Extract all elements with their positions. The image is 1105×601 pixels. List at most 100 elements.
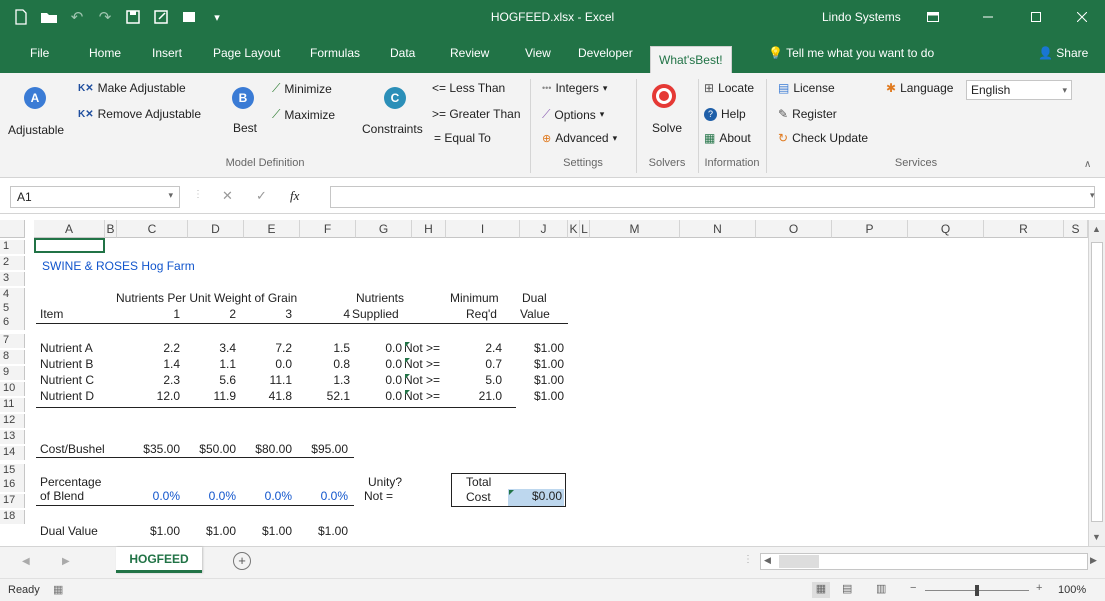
column-header[interactable]: K bbox=[568, 220, 580, 238]
next-sheet-icon[interactable]: ▶ bbox=[62, 556, 70, 567]
nutrient-value[interactable]: 11.1 bbox=[252, 374, 292, 387]
tab-home[interactable]: Home bbox=[81, 34, 129, 73]
row-header[interactable]: 9 bbox=[0, 366, 25, 380]
nutrient-value[interactable]: 2.3 bbox=[140, 374, 180, 387]
close-window-icon[interactable] bbox=[1059, 0, 1105, 34]
total-label[interactable]: Total bbox=[466, 476, 491, 489]
nutrient-value[interactable]: 11.9 bbox=[196, 390, 236, 403]
scroll-thumb[interactable] bbox=[1091, 242, 1103, 522]
dual-value[interactable]: $1.00 bbox=[518, 390, 564, 403]
row-header[interactable]: 11 bbox=[0, 398, 25, 412]
column-header[interactable]: B bbox=[105, 220, 117, 238]
scroll-down-icon[interactable]: ▼ bbox=[1092, 532, 1101, 542]
ribbon-display-options-icon[interactable] bbox=[910, 0, 956, 34]
less-than-button[interactable]: <= Less Than bbox=[432, 81, 505, 95]
zoom-level[interactable]: 100% bbox=[1058, 584, 1086, 596]
grain-4-header[interactable]: 4 bbox=[300, 308, 350, 321]
nutrient-value[interactable]: 7.2 bbox=[252, 342, 292, 355]
equal-to-button[interactable]: = Equal To bbox=[434, 131, 491, 145]
blend-cell[interactable]: 0.0% bbox=[298, 490, 348, 503]
supplied-value[interactable]: 0.0 bbox=[360, 358, 402, 371]
dual-value-label[interactable]: Dual Value bbox=[40, 525, 98, 538]
license-button[interactable]: ▤ License bbox=[778, 81, 835, 95]
column-header[interactable]: A bbox=[34, 220, 105, 238]
percentage-label[interactable]: Percentage bbox=[40, 476, 101, 489]
dual-value-cell[interactable]: $1.00 bbox=[130, 525, 180, 538]
scroll-left-icon[interactable]: ◀ bbox=[764, 555, 771, 566]
expand-formula-icon[interactable]: ▾ bbox=[1090, 190, 1095, 201]
enter-icon[interactable]: ✓ bbox=[256, 188, 267, 204]
tab-file[interactable]: File bbox=[22, 34, 57, 73]
nutrient-name[interactable]: Nutrient D bbox=[40, 390, 94, 403]
make-adjustable-button[interactable]: K✕ Make Adjustable bbox=[78, 81, 186, 95]
minimum-required[interactable]: 5.0 bbox=[456, 374, 502, 387]
row-header[interactable]: 13 bbox=[0, 430, 25, 444]
tell-me-search[interactable]: 💡 Tell me what you want to do bbox=[760, 34, 942, 73]
item-header[interactable]: Item bbox=[40, 308, 63, 321]
row-header[interactable]: 14 bbox=[0, 446, 25, 460]
formula-input[interactable] bbox=[330, 186, 1095, 208]
value-header[interactable]: Value bbox=[520, 308, 550, 321]
grain-3-header[interactable]: 3 bbox=[252, 308, 292, 321]
column-header[interactable]: S bbox=[1064, 220, 1088, 238]
supplied-value[interactable]: 0.0 bbox=[360, 374, 402, 387]
column-header[interactable]: M bbox=[590, 220, 680, 238]
dual-value-cell[interactable]: $1.00 bbox=[242, 525, 292, 538]
blend-cell[interactable]: 0.0% bbox=[186, 490, 236, 503]
nutrient-value[interactable]: 1.4 bbox=[140, 358, 180, 371]
minimum-required[interactable]: 21.0 bbox=[456, 390, 502, 403]
row-header[interactable]: 16 bbox=[0, 478, 25, 492]
nutrient-value[interactable]: 5.6 bbox=[196, 374, 236, 387]
zoom-in-icon[interactable]: + bbox=[1036, 582, 1042, 594]
row-header[interactable]: 2 bbox=[0, 256, 25, 270]
zoom-out-icon[interactable]: − bbox=[910, 582, 916, 594]
row-header[interactable]: 1 bbox=[0, 240, 25, 254]
active-cell[interactable] bbox=[34, 238, 105, 253]
cost-cell[interactable]: $80.00 bbox=[242, 443, 292, 456]
dual-value-cell[interactable]: $1.00 bbox=[186, 525, 236, 538]
minimize-button[interactable]: ⟋ Minimize bbox=[272, 81, 332, 96]
cancel-icon[interactable]: ✕ bbox=[222, 188, 233, 204]
horizontal-scrollbar[interactable]: ◀ bbox=[760, 553, 1088, 570]
dual-value-cell[interactable]: $1.00 bbox=[298, 525, 348, 538]
grain-2-header[interactable]: 2 bbox=[196, 308, 236, 321]
supplied-header[interactable]: Supplied bbox=[352, 308, 399, 321]
nutrient-value[interactable]: 0.8 bbox=[300, 358, 350, 371]
unity-label[interactable]: Unity? bbox=[368, 476, 402, 489]
nutrient-name[interactable]: Nutrient B bbox=[40, 358, 93, 371]
column-header[interactable]: H bbox=[412, 220, 446, 238]
options-button[interactable]: ⟋ Options ▾ bbox=[542, 107, 604, 122]
dual-value[interactable]: $1.00 bbox=[518, 358, 564, 371]
solve-button[interactable]: Solve bbox=[652, 121, 682, 135]
row-header[interactable]: 18 bbox=[0, 510, 25, 524]
column-header[interactable]: R bbox=[984, 220, 1064, 238]
column-header[interactable]: L bbox=[580, 220, 590, 238]
column-header[interactable]: E bbox=[244, 220, 300, 238]
row-header[interactable]: 5 bbox=[0, 302, 25, 316]
language-select[interactable]: English ▾ bbox=[966, 80, 1072, 100]
adjustable-button[interactable]: Adjustable bbox=[8, 123, 64, 137]
split-handle-icon[interactable]: ⋮ bbox=[743, 554, 753, 565]
about-button[interactable]: ▦ About bbox=[704, 131, 751, 145]
reqd-header[interactable]: Req'd bbox=[466, 308, 497, 321]
horizontal-scroll-thumb[interactable] bbox=[779, 555, 819, 568]
tab-data[interactable]: Data bbox=[382, 34, 423, 73]
scroll-up-icon[interactable]: ▲ bbox=[1092, 224, 1101, 234]
spreadsheet-grid[interactable]: ABCDEFGHIJKLMNOPQRS 1 2 3 4 5 6 7 8 9 10 11 12 13 14 1… bbox=[0, 214, 1105, 546]
page-break-view-icon[interactable]: ▥ bbox=[876, 582, 886, 595]
cost-cell[interactable]: $95.00 bbox=[298, 443, 348, 456]
dual-header[interactable]: Dual bbox=[522, 292, 547, 305]
row-header[interactable]: 6 bbox=[0, 316, 25, 330]
cost-cell[interactable]: $50.00 bbox=[186, 443, 236, 456]
unity-status[interactable]: Not = bbox=[364, 490, 393, 503]
remove-adjustable-button[interactable]: K✕ Remove Adjustable bbox=[78, 107, 201, 121]
column-header[interactable]: N bbox=[680, 220, 756, 238]
integers-button[interactable]: ••• Integers ▾ bbox=[542, 81, 607, 95]
grain-1-header[interactable]: 1 bbox=[140, 308, 180, 321]
normal-view-icon[interactable]: ▦ bbox=[812, 582, 830, 598]
collapse-ribbon-icon[interactable]: ∧ bbox=[1084, 159, 1091, 170]
of-blend-label[interactable]: of Blend bbox=[40, 490, 84, 503]
column-header[interactable]: J bbox=[520, 220, 568, 238]
cost-cell[interactable]: $35.00 bbox=[130, 443, 180, 456]
help-button[interactable]: ? Help bbox=[704, 107, 746, 121]
